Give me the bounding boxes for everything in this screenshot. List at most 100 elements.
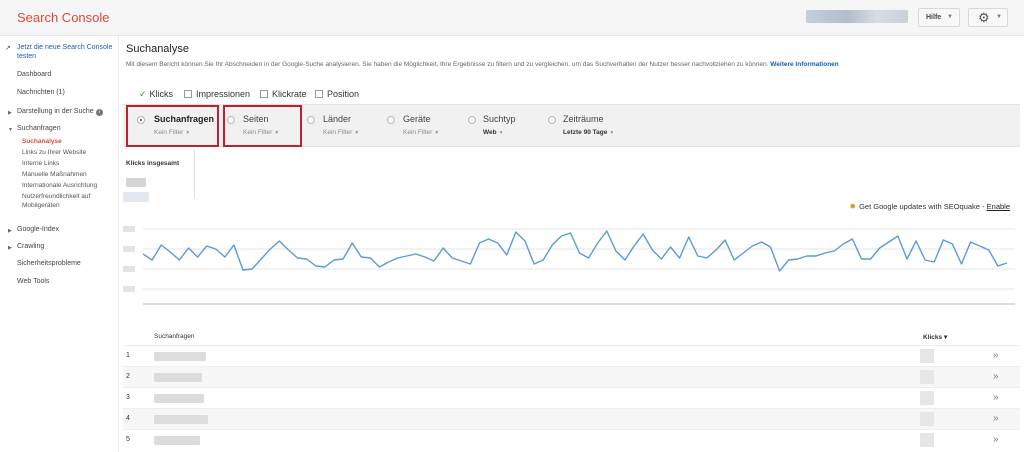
- metric-impressions[interactable]: Impressionen: [184, 89, 250, 99]
- column-header-queries[interactable]: Suchanfragen: [154, 333, 194, 340]
- sidebar-subitem-manual-actions[interactable]: Manuelle Maßnahmen: [22, 170, 87, 179]
- filter-date-range[interactable]: Zeiträume Letzte 90 Tage ▼: [545, 105, 645, 148]
- y-tick-label-blurred: [123, 286, 135, 292]
- sidebar-subitem-internal-links[interactable]: Interne Links: [22, 159, 59, 168]
- row-number: 4: [126, 415, 130, 422]
- chevron-down-icon: ▼: [434, 130, 440, 136]
- chevron-double-right-icon[interactable]: »: [993, 434, 999, 445]
- chart-series-line: [142, 230, 1008, 272]
- radio-button[interactable]: [468, 116, 476, 124]
- radio-button[interactable]: [548, 116, 556, 124]
- account-name-blurred[interactable]: [806, 10, 908, 23]
- filter-label: Suchtyp: [483, 114, 516, 124]
- page-title: Suchanalyse: [126, 43, 189, 55]
- help-button-label: Hilfe: [926, 14, 942, 21]
- checkbox[interactable]: [184, 90, 192, 98]
- checkbox[interactable]: [315, 90, 323, 98]
- filter-label: Geräte: [403, 114, 431, 124]
- row-number: 3: [126, 394, 130, 401]
- filter-sub[interactable]: Letzte 90 Tage ▼: [563, 129, 614, 136]
- brand-logo[interactable]: Search Console: [17, 10, 110, 25]
- filter-sub[interactable]: Kein Filter ▼: [403, 129, 439, 136]
- y-tick-label-blurred: [123, 266, 135, 272]
- metric-label: Klickrate: [272, 89, 307, 99]
- metric-ctr[interactable]: Klickrate: [260, 89, 307, 99]
- info-icon[interactable]: i: [95, 109, 103, 116]
- chevron-double-right-icon[interactable]: »: [993, 350, 999, 361]
- filter-sub[interactable]: Kein Filter ▼: [323, 129, 359, 136]
- chevron-right-icon[interactable]: ▶: [8, 228, 12, 234]
- filter-search-type[interactable]: Suchtyp Web ▼: [464, 105, 544, 148]
- description-text: Mit diesem Bericht können Sie Ihr Abschn…: [126, 61, 769, 68]
- axis-label-blurred: [123, 192, 149, 202]
- sidebar-item-messages[interactable]: Nachrichten (1): [17, 89, 65, 96]
- filter-countries[interactable]: Länder Kein Filter ▼: [303, 105, 383, 148]
- table-row[interactable]: 5»: [123, 429, 1020, 450]
- seoquake-icon: ✹: [849, 202, 857, 211]
- top-bar: Search Console Hilfe ▼ ⚙ ▼: [0, 0, 1024, 36]
- radio-button[interactable]: [307, 116, 315, 124]
- chevron-down-icon: ▼: [609, 130, 615, 136]
- query-text-blurred: [154, 415, 208, 424]
- help-button[interactable]: Hilfe ▼: [918, 8, 960, 27]
- sidebar-item-web-tools[interactable]: Web Tools: [17, 278, 49, 285]
- metric-klicks[interactable]: ✓ Klicks: [139, 89, 173, 100]
- sidebar-item-crawling[interactable]: Crawling: [17, 243, 44, 250]
- sidebar-subitem-links[interactable]: Links zu Ihrer Website: [22, 148, 86, 157]
- query-text-blurred: [154, 436, 200, 445]
- chevron-down-icon: ▼: [947, 14, 953, 20]
- table-header: Suchanfragen Klicks ▾: [123, 330, 1020, 344]
- seoquake-enable-link[interactable]: Enable: [987, 202, 1010, 211]
- metric-position[interactable]: Position: [315, 89, 359, 99]
- highlight-box-queries: [126, 105, 219, 147]
- query-text-blurred: [154, 394, 204, 403]
- sidebar-item-search-queries[interactable]: Suchanfragen: [17, 125, 61, 132]
- row-number: 1: [126, 352, 130, 359]
- filter-sub[interactable]: Web ▼: [483, 129, 504, 136]
- sidebar-item-dashboard[interactable]: Dashboard: [17, 71, 51, 78]
- sidebar-subitem-mobile-usability-cont[interactable]: Mobilgeräten: [22, 201, 60, 210]
- query-text-blurred: [154, 373, 202, 382]
- clicks-value-blurred: [920, 349, 934, 363]
- chevron-down-icon[interactable]: ▼: [8, 127, 13, 133]
- sidebar-item-security[interactable]: Sicherheitsprobleme: [17, 260, 81, 267]
- chevron-down-icon: ▼: [498, 130, 504, 136]
- seoquake-notice: ✹ Get Google updates with SEOquake - Enab…: [849, 202, 1010, 211]
- sidebar-new-console-link[interactable]: Jetzt die neue Search Console testen: [17, 43, 117, 61]
- checkbox[interactable]: [260, 90, 268, 98]
- chevron-right-icon[interactable]: ▶: [8, 110, 12, 116]
- y-axis-labels-blurred: [123, 226, 135, 292]
- sidebar: ↗ Jetzt die neue Search Console testen D…: [0, 36, 119, 452]
- clicks-value-blurred: [920, 391, 934, 405]
- y-tick-label-blurred: [123, 226, 135, 232]
- chevron-down-icon: ▼: [354, 130, 360, 136]
- chevron-double-right-icon[interactable]: »: [993, 371, 999, 382]
- metric-label: Impressionen: [196, 89, 251, 99]
- sidebar-item-appearance[interactable]: Darstellung in der Suche i: [17, 108, 103, 116]
- settings-button[interactable]: ⚙ ▼: [968, 8, 1008, 27]
- sidebar-subitem-suchanalyse[interactable]: Suchanalyse: [22, 137, 62, 146]
- metric-label: Klicks: [149, 89, 174, 99]
- clicks-line-chart: [123, 226, 1015, 305]
- row-number: 5: [126, 436, 130, 443]
- table-row[interactable]: 3»: [123, 387, 1020, 408]
- klicks-total-value-blurred: [126, 178, 146, 187]
- table-row[interactable]: 1»: [123, 345, 1020, 366]
- chevron-double-right-icon[interactable]: »: [993, 413, 999, 424]
- table-row[interactable]: 2»: [123, 366, 1020, 387]
- sidebar-subitem-international[interactable]: Internationale Ausrichtung: [22, 181, 97, 190]
- filter-label: Zeiträume: [563, 114, 604, 124]
- chevron-right-icon[interactable]: ▶: [8, 245, 12, 251]
- filter-label: Länder: [323, 114, 352, 124]
- more-info-link[interactable]: Weitere Informationen: [770, 61, 839, 68]
- column-header-clicks[interactable]: Klicks ▾: [923, 333, 947, 341]
- gear-icon: ⚙: [978, 10, 990, 25]
- external-link-icon: ↗: [5, 45, 11, 52]
- sidebar-item-google-index[interactable]: Google-Index: [17, 226, 59, 233]
- radio-button[interactable]: [387, 116, 395, 124]
- sidebar-subitem-mobile-usability[interactable]: Nutzerfreundlichkeit auf: [22, 192, 90, 201]
- table-row[interactable]: 4»: [123, 408, 1020, 429]
- highlight-box-pages: [223, 105, 302, 147]
- chevron-double-right-icon[interactable]: »: [993, 392, 999, 403]
- filter-devices[interactable]: Geräte Kein Filter ▼: [384, 105, 464, 148]
